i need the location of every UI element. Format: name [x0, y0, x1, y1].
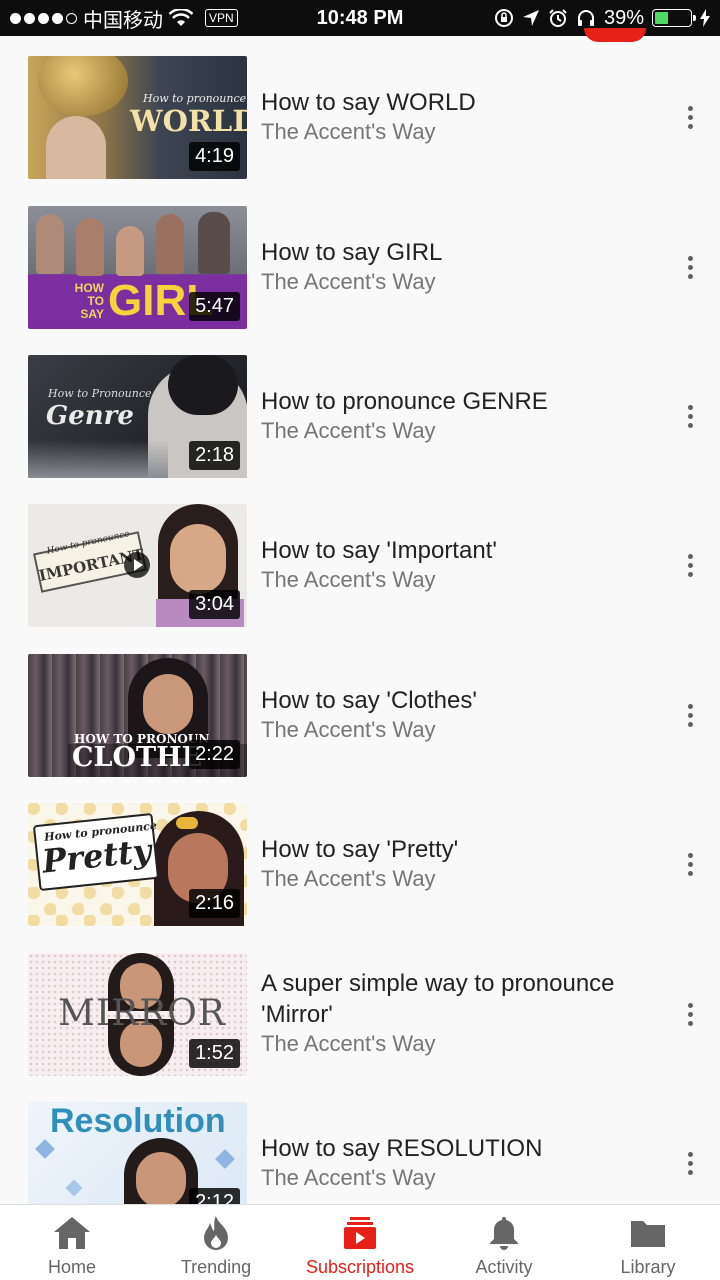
video-thumbnail[interactable]: HOW TO SAY GIRL 5:47 [28, 206, 247, 329]
thumbnail-caption: Genre [46, 401, 134, 431]
video-duration: 2:16 [189, 889, 240, 918]
video-thumbnail[interactable]: How to pronounce IMPORTANT 3:04 [28, 504, 247, 627]
channel-name[interactable]: The Accent's Way [261, 716, 661, 744]
video-row[interactable]: How to pronounce IMPORTANT 3:04 How to s… [0, 504, 720, 634]
signal-icon [10, 12, 77, 24]
video-row[interactable]: How to Pronounce Genre 2:18 How to prono… [0, 355, 720, 485]
thumbnail-caption: WORLD [130, 104, 247, 138]
more-options-icon[interactable] [680, 545, 700, 585]
video-title[interactable]: How to say 'Clothes' [261, 685, 661, 716]
channel-name[interactable]: The Accent's Way [261, 1164, 661, 1192]
video-duration: 2:22 [189, 740, 240, 769]
nav-home[interactable]: Home [0, 1205, 144, 1280]
video-thumbnail[interactable]: Resolution 2:12 [28, 1102, 247, 1204]
nav-label: Library [620, 1257, 676, 1277]
video-thumbnail[interactable]: How to pronounce WORLD 4:19 [28, 56, 247, 179]
more-options-icon[interactable] [680, 247, 700, 287]
play-icon [124, 552, 150, 578]
alarm-icon [549, 9, 567, 27]
video-thumbnail[interactable]: MIRROR 1:52 [28, 953, 247, 1076]
subscriptions-icon [344, 1217, 376, 1249]
nav-label: Activity [475, 1257, 533, 1277]
video-list: How to pronounce WORLD 4:19 How to say W… [0, 36, 720, 1204]
video-title[interactable]: How to say 'Important' [261, 535, 661, 566]
thumbnail-caption: CLOTHE [72, 742, 203, 773]
video-duration: 5:47 [189, 292, 240, 321]
nav-library[interactable]: Library [576, 1205, 720, 1280]
nav-label: Trending [180, 1257, 252, 1277]
nav-subscriptions[interactable]: Subscriptions [288, 1205, 432, 1280]
video-thumbnail[interactable]: How to pronounce Pretty 2:16 [28, 803, 247, 926]
folder-icon [631, 1221, 665, 1247]
channel-name[interactable]: The Accent's Way [261, 118, 661, 146]
battery-percent: 39% [603, 6, 644, 29]
video-duration: 4:19 [189, 142, 240, 171]
more-options-icon[interactable] [680, 1143, 700, 1183]
video-title[interactable]: How to say RESOLUTION [261, 1133, 661, 1164]
channel-name[interactable]: The Accent's Way [261, 417, 661, 445]
vpn-badge: VPN [205, 9, 238, 27]
bottom-navigation: Home Trending Subscriptions Activity Lib… [0, 1204, 720, 1280]
video-duration: 2:12 [189, 1188, 240, 1204]
thumbnail-caption-small: HOW TO SAY [74, 281, 104, 321]
charging-icon [700, 9, 710, 27]
video-duration: 3:04 [189, 590, 240, 619]
more-options-icon[interactable] [680, 695, 700, 735]
wifi-icon [169, 9, 193, 26]
battery-icon [652, 9, 696, 27]
thumbnail-caption: MIRROR [58, 993, 226, 1034]
video-thumbnail[interactable]: How to Pronounce Genre 2:18 [28, 355, 247, 478]
video-title[interactable]: How to say 'Pretty' [261, 834, 661, 865]
nav-trending[interactable]: Trending [144, 1205, 288, 1280]
rotation-lock-icon [494, 9, 513, 27]
video-duration: 2:18 [189, 441, 240, 470]
nav-activity[interactable]: Activity [432, 1205, 576, 1280]
carrier-label: 中国移动 [83, 9, 163, 32]
video-row[interactable]: How to pronounce Pretty 2:16 How to say … [0, 803, 720, 933]
video-title[interactable]: How to say GIRL [261, 237, 661, 268]
video-row[interactable]: HOW TO PRONOUN CLOTHE 2:22 How to say 'C… [0, 654, 720, 784]
video-title[interactable]: How to say WORLD [261, 87, 661, 118]
bell-icon [490, 1217, 518, 1250]
more-options-icon[interactable] [680, 97, 700, 137]
location-icon [522, 10, 539, 26]
video-thumbnail[interactable]: HOW TO PRONOUN CLOTHE 2:22 [28, 654, 247, 777]
headphones-icon [577, 10, 594, 26]
nav-label: Home [47, 1257, 96, 1277]
more-options-icon[interactable] [680, 396, 700, 436]
video-duration: 1:52 [189, 1039, 240, 1068]
home-icon [54, 1217, 90, 1249]
channel-name[interactable]: The Accent's Way [261, 865, 661, 893]
nav-label: Subscriptions [305, 1257, 415, 1277]
video-row[interactable]: How to pronounce WORLD 4:19 How to say W… [0, 56, 720, 186]
channel-name[interactable]: The Accent's Way [261, 1030, 661, 1058]
more-options-icon[interactable] [680, 994, 700, 1034]
video-row[interactable]: MIRROR 1:52 A super simple way to pronou… [0, 953, 720, 1083]
thumbnail-caption: Resolution [50, 1102, 226, 1140]
more-options-icon[interactable] [680, 844, 700, 884]
flame-icon [204, 1216, 228, 1250]
video-row[interactable]: HOW TO SAY GIRL 5:47 How to say GIRL The… [0, 206, 720, 336]
channel-name[interactable]: The Accent's Way [261, 566, 661, 594]
thumbnail-caption-small: How to Pronounce [48, 387, 152, 400]
video-title[interactable]: How to pronounce GENRE [261, 386, 661, 417]
video-row[interactable]: Resolution 2:12 How to say RESOLUTION Th… [0, 1102, 720, 1204]
video-title[interactable]: A super simple way to pronounce 'Mirror' [261, 968, 661, 1030]
channel-name[interactable]: The Accent's Way [261, 268, 661, 296]
